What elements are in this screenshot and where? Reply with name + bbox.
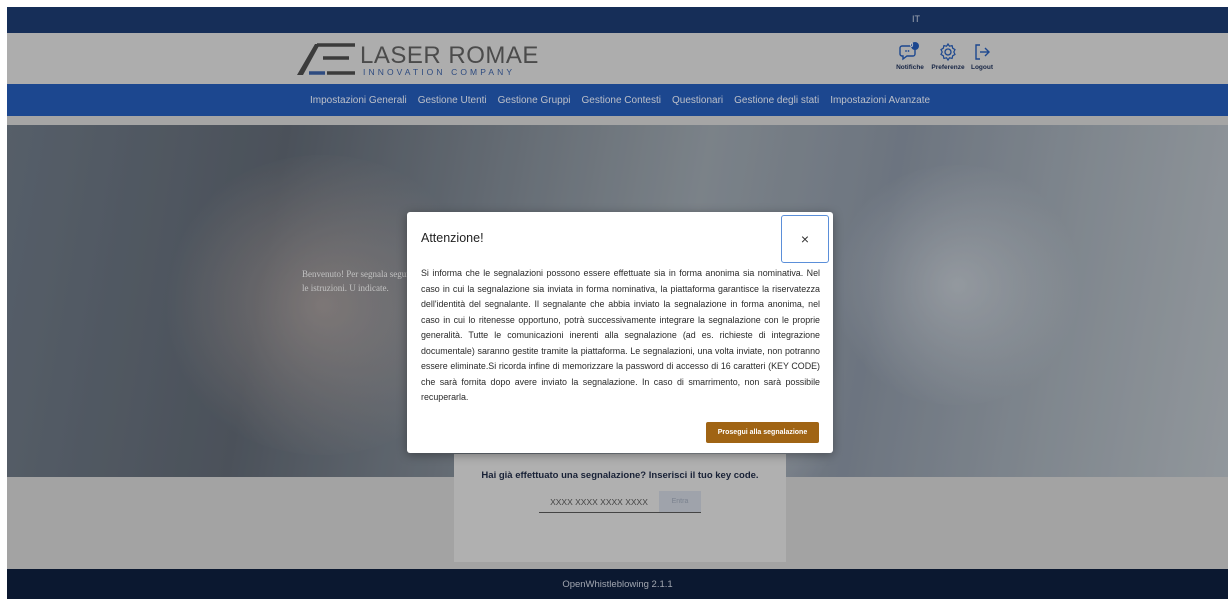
page: IT LASER ROMAE INNOVATION COMPANY 0 Noti… — [7, 7, 1228, 599]
modal-body-text: Si informa che le segnalazioni possono e… — [421, 268, 820, 402]
proceed-button[interactable]: Prosegui alla segnalazione — [706, 422, 819, 443]
modal-title: Attenzione! — [421, 231, 484, 245]
modal-close-button[interactable]: × — [781, 215, 829, 263]
warning-modal: Attenzione! × Si informa che le segnalaz… — [407, 212, 833, 453]
